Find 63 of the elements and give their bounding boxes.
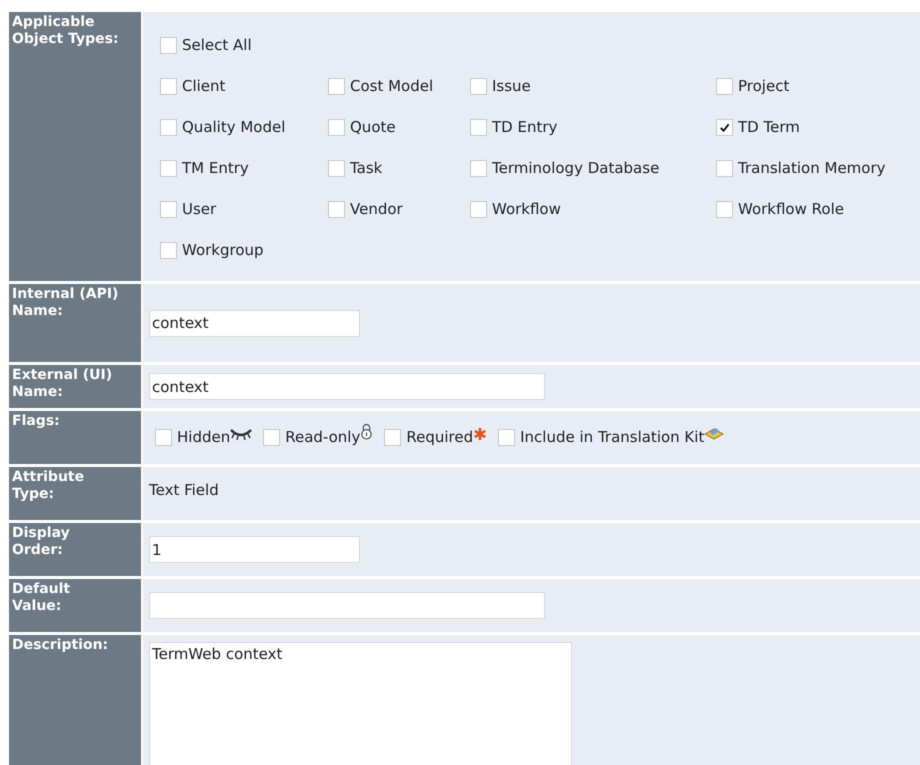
checkbox[interactable] — [470, 119, 487, 136]
checkbox[interactable] — [155, 429, 172, 446]
checkbox[interactable] — [160, 160, 177, 177]
text-input[interactable] — [149, 592, 545, 619]
field-label: Applicable Object Types: — [12, 14, 120, 48]
checkbox-label: Cost Model — [350, 76, 434, 98]
checkbox-label: Terminology Database — [492, 158, 660, 180]
text-input[interactable]: context — [149, 373, 545, 400]
checkbox-label: TD Entry — [492, 117, 558, 138]
checkbox-label: TM Entry — [182, 158, 249, 180]
flag-label: Hidden — [177, 427, 230, 448]
checkbox[interactable] — [328, 78, 345, 95]
checkbox[interactable] — [470, 160, 487, 177]
checkbox[interactable] — [498, 429, 516, 446]
checkbox[interactable] — [328, 160, 345, 177]
checkbox[interactable] — [470, 78, 487, 95]
field-label: External (UI) Name: — [12, 367, 114, 401]
checkbox-label: Task — [350, 158, 382, 180]
checkbox[interactable] — [160, 78, 177, 95]
checkbox-label: Vendor — [350, 199, 403, 220]
package-icon — [704, 426, 724, 442]
checkbox-label: Workflow — [492, 199, 561, 220]
checkbox[interactable] — [716, 78, 733, 95]
field-label: Description: — [12, 637, 110, 654]
checkbox[interactable] — [160, 242, 177, 259]
checkbox-label: Issue — [492, 76, 531, 98]
checkbox-label: Client — [182, 76, 226, 98]
padlock-icon — [360, 423, 374, 440]
field-label: Flags: — [12, 413, 61, 430]
checkbox-label: Workflow Role — [738, 199, 844, 220]
flag-label: Include in Translation Kit — [520, 427, 704, 448]
checkbox[interactable] — [160, 36, 177, 54]
flag-label: Read-only — [285, 427, 360, 448]
checkbox[interactable] — [716, 119, 733, 136]
checkbox-label: TD Term — [738, 117, 800, 138]
field-label: Internal (API) Name: — [12, 286, 120, 320]
checkbox[interactable] — [716, 201, 733, 218]
closed-eye-icon — [230, 428, 252, 440]
checkbox[interactable] — [328, 119, 345, 136]
checkbox[interactable] — [716, 160, 733, 177]
checkbox[interactable] — [470, 201, 487, 218]
checkmark-icon — [719, 122, 730, 133]
checkbox-label: Quote — [350, 117, 396, 138]
checkbox[interactable] — [160, 201, 177, 218]
description-textarea[interactable]: TermWeb context — [149, 642, 572, 765]
checkbox[interactable] — [160, 119, 177, 136]
field-label: Attribute Type: — [12, 469, 86, 503]
text-input[interactable]: context — [149, 310, 360, 336]
checkbox-label: Workgroup — [182, 240, 264, 262]
field-label: Display Order: — [12, 525, 71, 559]
checkbox-label: User — [182, 199, 216, 220]
checkbox-label: Select All — [182, 34, 252, 56]
text-input[interactable]: 1 — [149, 536, 360, 563]
checkbox-label: Project — [738, 76, 790, 98]
flag-label: Required — [406, 427, 474, 448]
checkbox[interactable] — [384, 429, 402, 446]
field-label: Default Value: — [12, 581, 72, 615]
checkbox-label: Translation Memory — [738, 158, 886, 180]
checkbox[interactable] — [263, 429, 280, 446]
checkbox[interactable] — [328, 201, 345, 218]
asterisk-icon — [473, 426, 488, 440]
checkbox-label: Quality Model — [182, 117, 286, 138]
attribute-type-value: Text Field — [149, 481, 219, 499]
